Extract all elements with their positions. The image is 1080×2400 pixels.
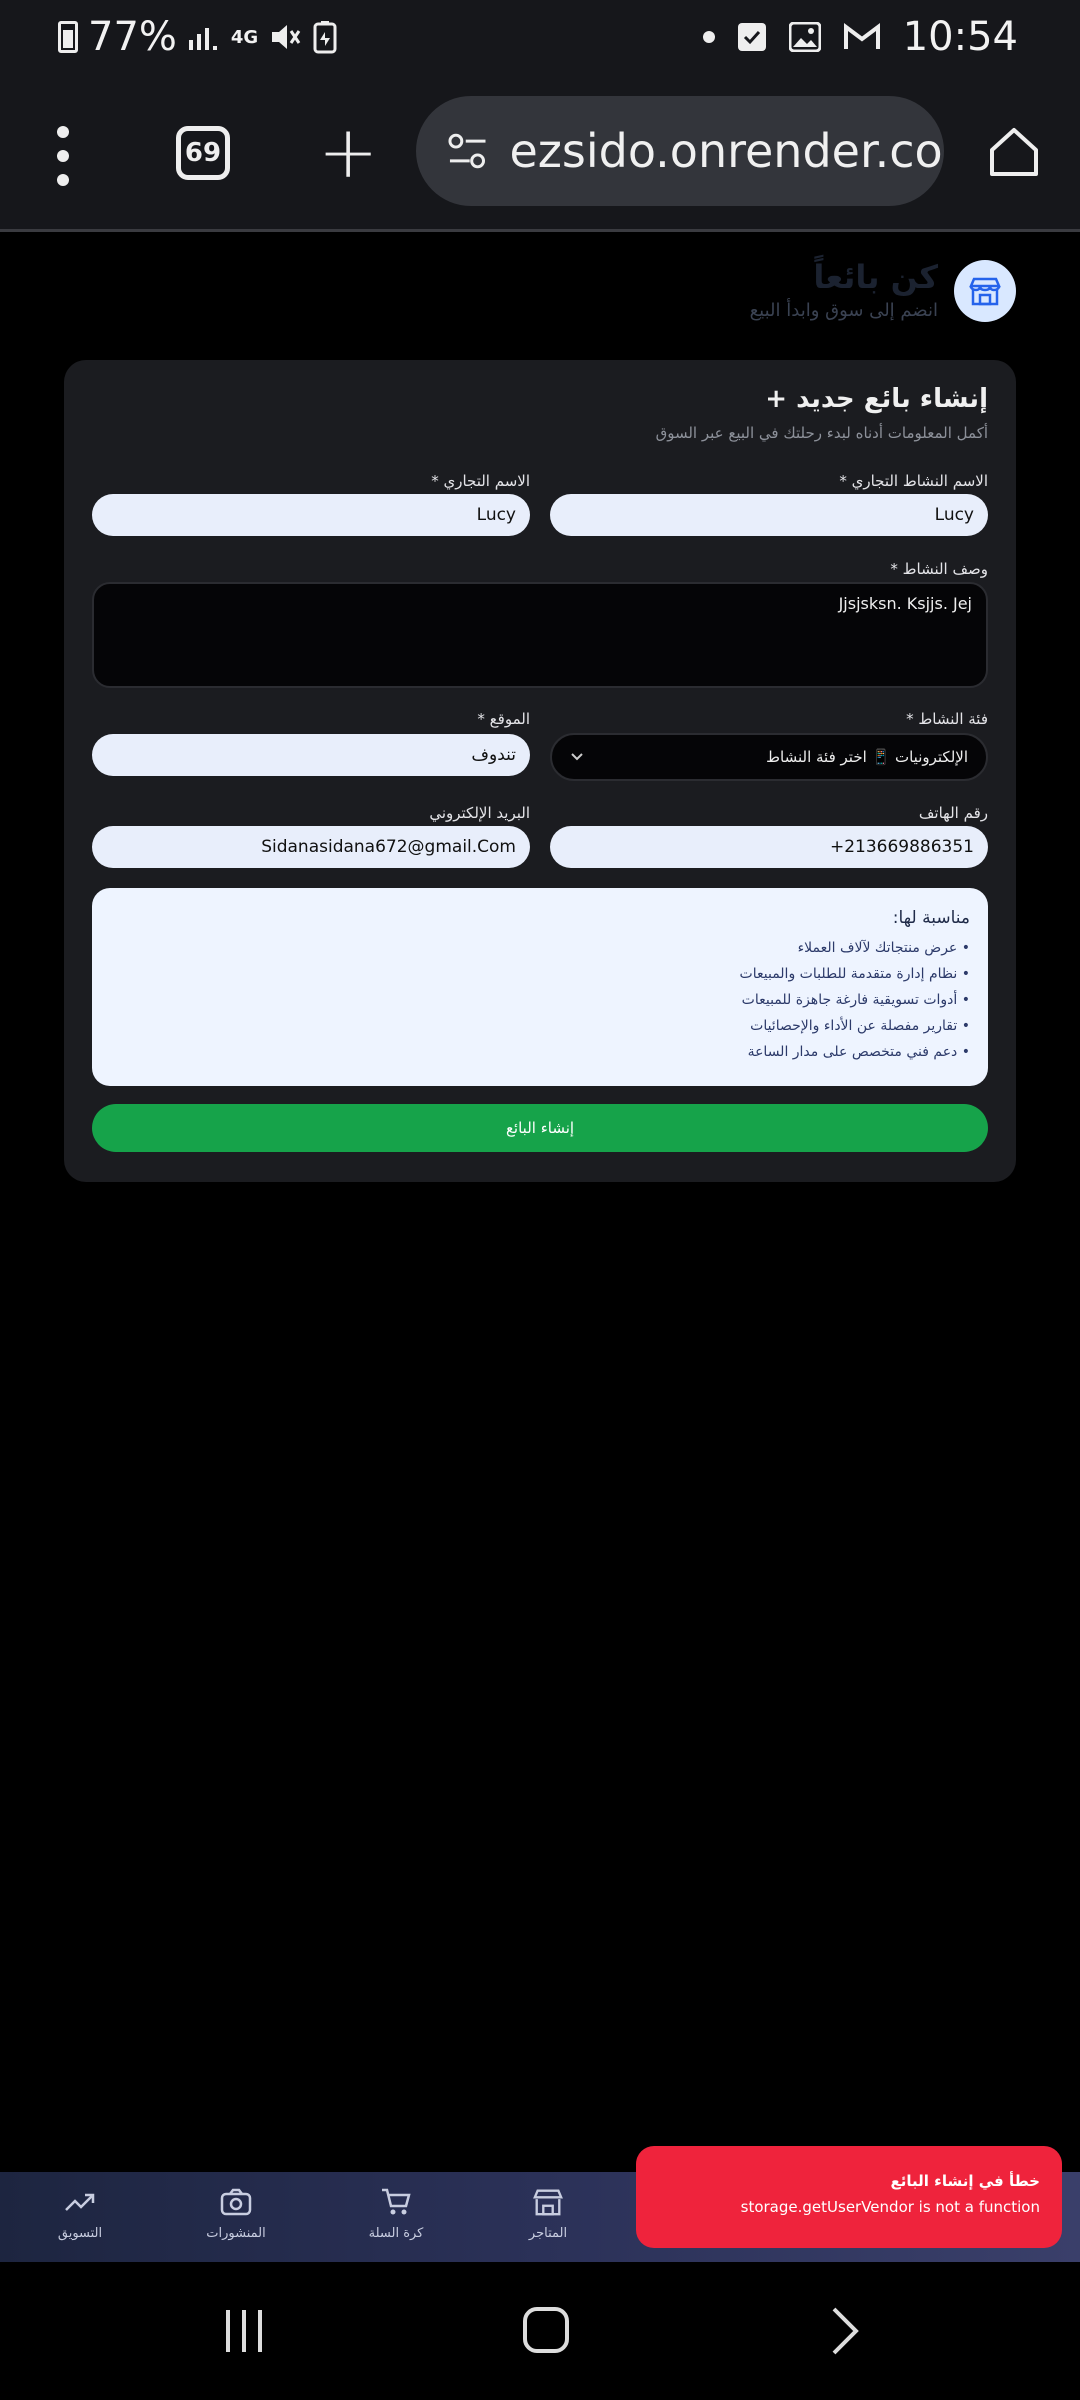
nav-item-marketing[interactable]: التسويق [20, 2184, 140, 2241]
phone-input[interactable]: +213669886351 [550, 826, 988, 868]
page-subtitle: انضم إلى سوق وابدأ البيع [749, 300, 938, 321]
notification-dot-icon [702, 31, 715, 43]
url-bar[interactable]: ezsido.onrender.com [416, 96, 944, 206]
business-name-input[interactable]: Lucy [550, 494, 988, 536]
store-icon [533, 2189, 563, 2216]
phone-label: رقم الهاتف [918, 804, 988, 822]
create-vendor-card: إنشاء بائع جديد + أكمل المعلومات أدناه ل… [64, 360, 1016, 1182]
nav-label: التسويق [57, 2226, 103, 2241]
page-title: كن بائعاً [813, 258, 938, 296]
chevron-down-icon [571, 753, 583, 761]
nav-label: المتاجر [528, 2226, 568, 2241]
plus-icon: + [765, 384, 788, 414]
nav-item-stores[interactable]: المتاجر [488, 2184, 608, 2241]
back-chevron-icon[interactable] [830, 2306, 860, 2356]
browser-toolbar: 69 + ezsido.onrender.com [0, 80, 1080, 232]
trending-icon [65, 2193, 95, 2211]
location-label: الموقع * [477, 710, 530, 728]
site-settings-icon[interactable] [446, 131, 489, 171]
clock-time: 10:54 [902, 14, 1018, 60]
nav-item-cart[interactable]: كرة السلة [336, 2184, 456, 2241]
business-name-label: الاسم النشاط التجاري * [839, 472, 988, 490]
category-value: الإلكترونيات 📱 اختر فئة النشاط [766, 748, 968, 766]
battery-saver-icon [313, 21, 337, 54]
nav-label: كرة السلة [368, 2226, 424, 2241]
benefits-title: مناسبة لها: [892, 908, 970, 928]
check-icon [737, 23, 766, 51]
create-vendor-button[interactable]: إنشاء البائع [92, 1104, 988, 1152]
description-label: وصف النشاط * [890, 560, 988, 578]
image-icon [788, 22, 821, 52]
form-subtitle: أكمل المعلومات أدناه لبدء رحلتك في البيع… [655, 424, 988, 442]
description-textarea[interactable]: Jjsjsksn. Ksjjs. Jej [92, 582, 988, 688]
email-input[interactable]: Sidanasidana672@gmail.Com [92, 826, 530, 868]
benefit-item: • تقارير مفصلة عن الأداء والإحصائيات [750, 1018, 970, 1034]
cart-icon [382, 2188, 411, 2215]
status-bar: 77% 4G 10:54 [0, 0, 1080, 80]
gmail-icon [843, 23, 880, 49]
new-tab-plus-icon[interactable]: + [318, 116, 378, 188]
battery-percent: 77% [88, 14, 177, 60]
category-label: فئة النشاط * [906, 710, 988, 728]
nav-item-posts[interactable]: المنشورات [176, 2184, 296, 2241]
benefit-item: • نظام إدارة متقدمة للطلبات والمبيعات [739, 966, 970, 982]
signal-icon [188, 28, 217, 50]
benefits-box: مناسبة لها: • عرض منتجاتك لآلاف العملاء … [92, 888, 988, 1086]
home-button-icon[interactable] [522, 2306, 570, 2354]
battery-icon [58, 21, 78, 53]
category-select[interactable]: الإلكترونيات 📱 اختر فئة النشاط [550, 733, 988, 781]
benefit-item: • دعم فني متخصص على مدار الساعة [747, 1044, 970, 1060]
benefit-item: • عرض منتجاتك لآلاف العملاء [797, 940, 970, 956]
location-input[interactable]: تندوف [92, 734, 530, 776]
trade-name-input[interactable]: Lucy [92, 494, 530, 536]
trade-name-label: الاسم التجاري * [431, 472, 530, 490]
benefit-item: • أدوات تسويقية فارغة جاهزة للمبيعات [741, 992, 970, 1008]
more-menu-icon[interactable] [56, 126, 70, 186]
email-label: البريد الإلكتروني [429, 804, 530, 822]
recent-apps-icon[interactable] [222, 2308, 266, 2354]
camera-icon [220, 2188, 252, 2216]
network-4g-icon: 4G [230, 26, 259, 48]
system-navigation-bar [0, 2262, 1080, 2400]
mute-icon [272, 25, 301, 49]
store-logo-icon [954, 260, 1016, 322]
error-toast[interactable]: خطأ في إنشاء البائع storage.getUserVendo… [636, 2146, 1062, 2248]
tab-switcher-button[interactable]: 69 [176, 126, 230, 180]
toast-title: خطأ في إنشاء البائع [890, 2172, 1040, 2190]
url-text: ezsido.onrender.com [509, 124, 944, 178]
nav-label: المنشورات [206, 2226, 266, 2241]
home-icon[interactable] [986, 124, 1042, 180]
form-title: إنشاء بائع جديد + [765, 384, 988, 414]
toast-message: storage.getUserVendor is not a function [740, 2198, 1040, 2216]
